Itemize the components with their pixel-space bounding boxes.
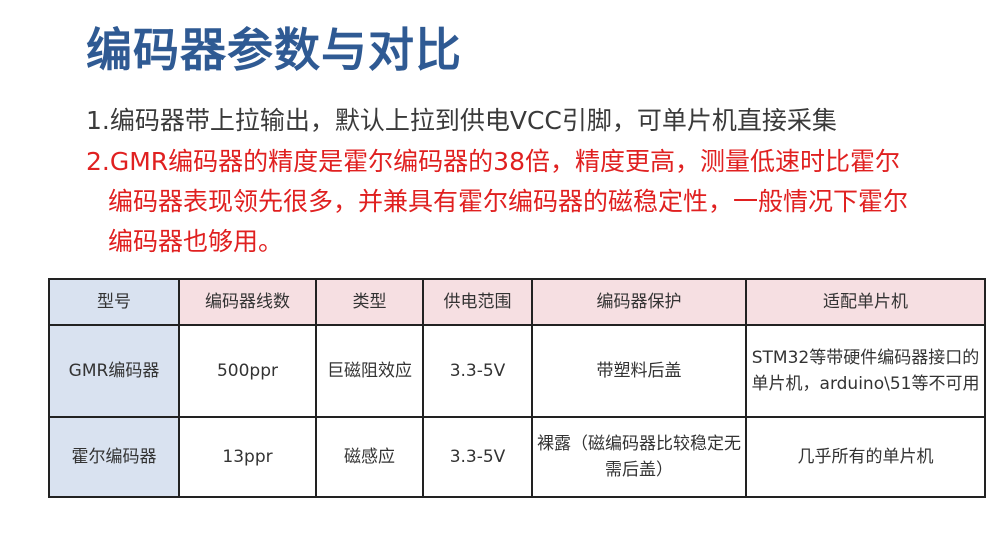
cell-compatible-mcu: 几乎所有的单片机 — [745, 416, 986, 498]
table-header-row: 型号 编码器线数 类型 供电范围 编码器保护 适配单片机 — [48, 278, 986, 326]
page-title: 编码器参数与对比 — [86, 23, 462, 77]
table-row: 霍尔编码器 13ppr 磁感应 3.3-5V 裸露（磁编码器比较稳定无需后盖） … — [48, 416, 986, 498]
cell-protection: 裸露（磁编码器比较稳定无需后盖） — [531, 416, 747, 498]
note-line-4: 编码器也够用。 — [108, 227, 284, 256]
cell-power-range: 3.3-5V — [422, 324, 533, 418]
table-row: GMR编码器 500ppr 巨磁阻效应 3.3-5V 带塑料后盖 STM32等带… — [48, 324, 986, 418]
cell-line-count: 500ppr — [178, 324, 317, 418]
header-protection: 编码器保护 — [531, 278, 747, 326]
header-compatible-mcu: 适配单片机 — [745, 278, 986, 326]
comparison-table: 型号 编码器线数 类型 供电范围 编码器保护 适配单片机 GMR编码器 500p… — [48, 278, 986, 498]
cell-compatible-mcu: STM32等带硬件编码器接口的单片机，arduino\51等不可用 — [745, 324, 986, 418]
header-power-range: 供电范围 — [422, 278, 533, 326]
cell-power-range: 3.3-5V — [422, 416, 533, 498]
cell-protection: 带塑料后盖 — [531, 324, 747, 418]
note-line-3: 编码器表现领先很多，并兼具有霍尔编码器的磁稳定性，一般情况下霍尔 — [108, 187, 909, 216]
cell-type: 巨磁阻效应 — [315, 324, 424, 418]
cell-type: 磁感应 — [315, 416, 424, 498]
note-line-1: 1.编码器带上拉输出，默认上拉到供电VCC引脚，可单片机直接采集 — [86, 106, 837, 135]
header-model: 型号 — [48, 278, 180, 326]
header-type: 类型 — [315, 278, 424, 326]
header-line-count: 编码器线数 — [178, 278, 317, 326]
cell-line-count: 13ppr — [178, 416, 317, 498]
note-line-2: 2.GMR编码器的精度是霍尔编码器的38倍，精度更高，测量低速时比霍尔 — [86, 147, 900, 176]
cell-model: GMR编码器 — [48, 324, 180, 418]
cell-model: 霍尔编码器 — [48, 416, 180, 498]
